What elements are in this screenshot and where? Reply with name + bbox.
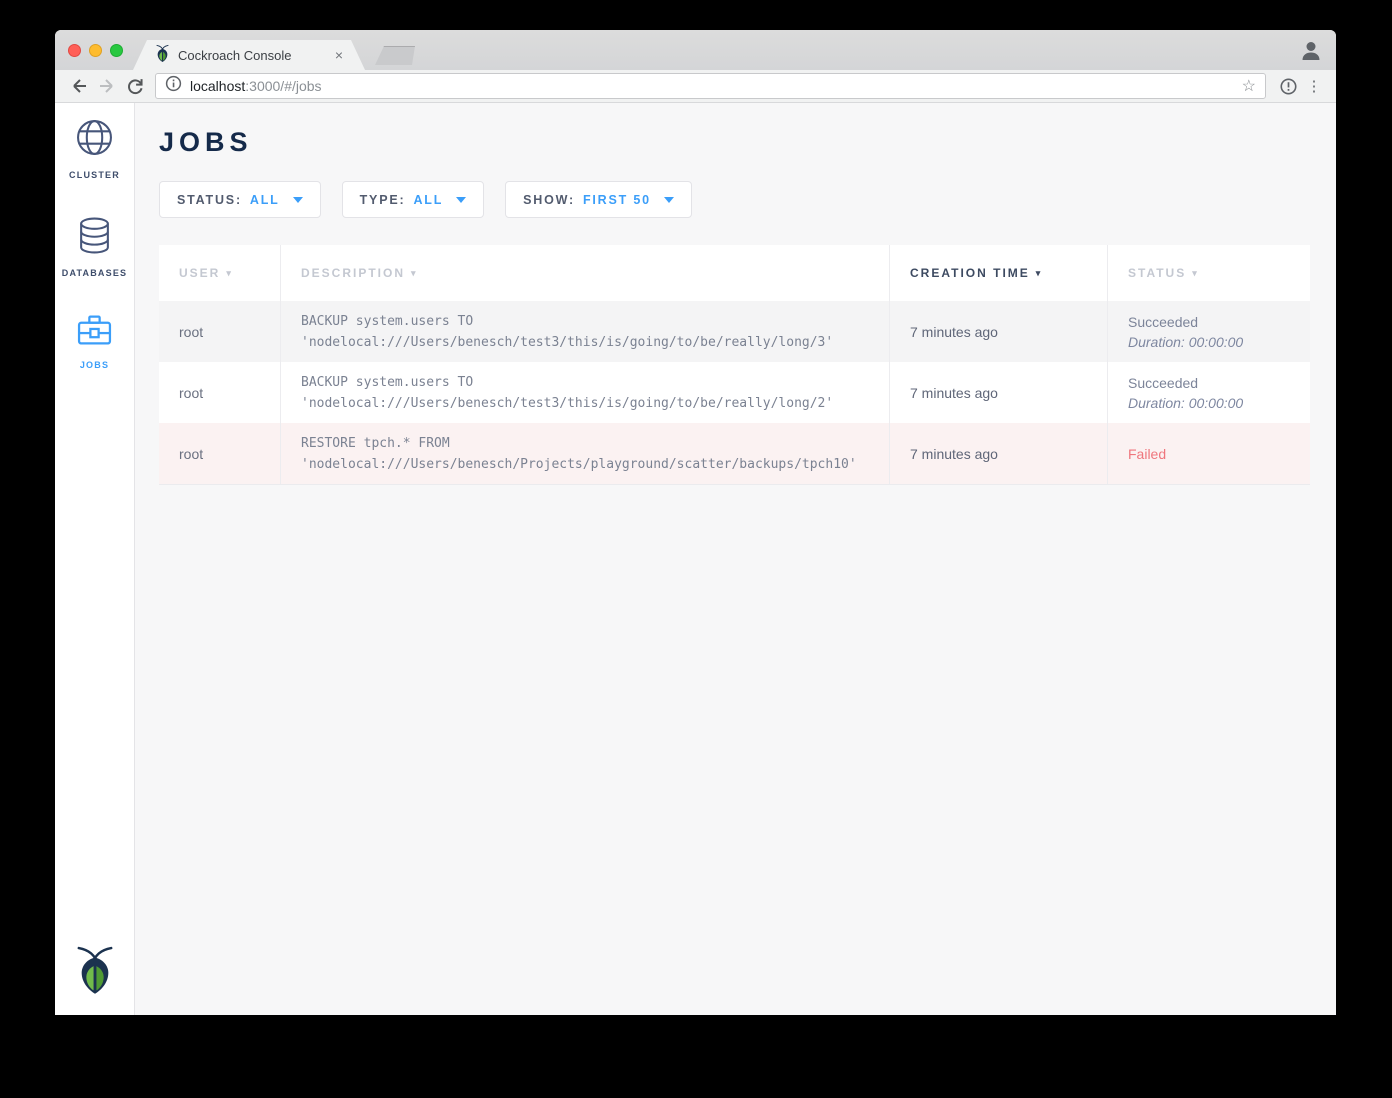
- chevron-down-icon: [456, 197, 466, 203]
- app-content: CLUSTER DATABASES: [55, 103, 1336, 1015]
- column-header-user[interactable]: USER ▾: [159, 245, 280, 301]
- column-header-status[interactable]: STATUS ▾: [1107, 245, 1310, 301]
- description-cell: BACKUP system.users TO 'nodelocal:///Use…: [280, 301, 889, 362]
- sort-caret-icon: ▾: [1036, 268, 1043, 279]
- close-tab-icon[interactable]: ×: [335, 48, 343, 62]
- duration-text: Duration: 00:00:00: [1128, 393, 1310, 413]
- globe-icon: [76, 119, 113, 161]
- description-cell: BACKUP system.users TO 'nodelocal:///Use…: [280, 362, 889, 423]
- tab-strip: Cockroach Console ×: [55, 30, 1336, 70]
- filter-value: ALL: [413, 193, 443, 207]
- sort-caret-icon: ▾: [226, 268, 233, 279]
- table-row: root BACKUP system.users TO 'nodelocal:/…: [159, 301, 1310, 362]
- cockroach-logo-icon: [75, 944, 115, 999]
- show-filter-dropdown[interactable]: SHOW: FIRST 50: [505, 181, 692, 218]
- close-window-button[interactable]: [68, 44, 81, 57]
- duration-text: Duration: 00:00:00: [1128, 332, 1310, 352]
- sidebar: CLUSTER DATABASES: [55, 103, 135, 1015]
- status-cell: Failed: [1107, 423, 1310, 484]
- back-icon[interactable]: [65, 72, 93, 100]
- profile-avatar-icon[interactable]: [1300, 39, 1322, 66]
- type-filter-dropdown[interactable]: TYPE: ALL: [342, 181, 485, 218]
- browser-window: Cockroach Console × localhost:3000/#/job…: [55, 30, 1336, 1015]
- extension-icon[interactable]: [1274, 72, 1302, 100]
- chevron-down-icon: [664, 197, 674, 203]
- tab-title: Cockroach Console: [178, 48, 335, 63]
- column-header-creation-time[interactable]: CREATION TIME ▾: [889, 245, 1107, 301]
- url-host: localhost: [190, 78, 245, 94]
- filter-label: TYPE:: [360, 193, 406, 207]
- new-tab-button[interactable]: [375, 46, 415, 65]
- sidebar-label-cluster: CLUSTER: [69, 170, 120, 180]
- minimize-window-button[interactable]: [89, 44, 102, 57]
- description-cell: RESTORE tpch.* FROM 'nodelocal:///Users/…: [280, 423, 889, 484]
- table-row: root RESTORE tpch.* FROM 'nodelocal:///U…: [159, 423, 1310, 484]
- column-header-description[interactable]: DESCRIPTION ▾: [280, 245, 889, 301]
- sidebar-label-databases: DATABASES: [62, 268, 127, 278]
- filter-bar: STATUS: ALL TYPE: ALL SHOW: FIRST 50: [159, 181, 1336, 218]
- filter-label: STATUS:: [177, 193, 242, 207]
- url-path: :3000/#/jobs: [245, 78, 321, 94]
- creation-time-cell: 7 minutes ago: [889, 423, 1107, 484]
- status-cell: Succeeded Duration: 00:00:00: [1107, 301, 1310, 362]
- browser-toolbar: localhost:3000/#/jobs ☆ ⋮: [55, 70, 1336, 103]
- status-cell: Succeeded Duration: 00:00:00: [1107, 362, 1310, 423]
- page-info-icon[interactable]: [165, 75, 182, 97]
- status-badge: Succeeded: [1128, 373, 1310, 393]
- status-badge: Succeeded: [1128, 312, 1310, 332]
- table-row: root BACKUP system.users TO 'nodelocal:/…: [159, 362, 1310, 423]
- traffic-lights: [68, 44, 123, 57]
- table-header-row: USER ▾ DESCRIPTION ▾ CREATION TIME ▾ STA…: [159, 245, 1310, 301]
- browser-menu-icon[interactable]: ⋮: [1302, 72, 1326, 100]
- reload-icon[interactable]: [121, 72, 149, 100]
- url-text[interactable]: localhost:3000/#/jobs: [190, 78, 1242, 94]
- filter-value: FIRST 50: [583, 193, 651, 207]
- sidebar-item-jobs[interactable]: JOBS: [77, 315, 112, 370]
- status-filter-dropdown[interactable]: STATUS: ALL: [159, 181, 321, 218]
- filter-label: SHOW:: [523, 193, 575, 207]
- user-cell: root: [159, 423, 280, 484]
- sidebar-label-jobs: JOBS: [80, 360, 109, 370]
- forward-icon: [93, 72, 121, 100]
- favicon-cockroach-icon: [155, 44, 170, 67]
- bookmark-star-icon[interactable]: ☆: [1242, 76, 1256, 96]
- sidebar-item-cluster[interactable]: CLUSTER: [69, 119, 120, 180]
- zoom-window-button[interactable]: [110, 44, 123, 57]
- sidebar-item-databases[interactable]: DATABASES: [62, 217, 127, 278]
- user-cell: root: [159, 301, 280, 362]
- status-badge: Failed: [1128, 444, 1310, 464]
- filter-value: ALL: [250, 193, 280, 207]
- user-cell: root: [159, 362, 280, 423]
- sort-caret-icon: ▾: [1192, 268, 1199, 279]
- creation-time-cell: 7 minutes ago: [889, 301, 1107, 362]
- database-icon: [78, 217, 111, 259]
- jobs-table: USER ▾ DESCRIPTION ▾ CREATION TIME ▾ STA…: [159, 245, 1310, 485]
- chevron-down-icon: [293, 197, 303, 203]
- url-bar[interactable]: localhost:3000/#/jobs ☆: [155, 73, 1266, 99]
- briefcase-icon: [77, 315, 112, 351]
- browser-tab[interactable]: Cockroach Console ×: [133, 40, 365, 70]
- page-title: JOBS: [159, 127, 1336, 158]
- sort-caret-icon: ▾: [411, 268, 418, 279]
- creation-time-cell: 7 minutes ago: [889, 362, 1107, 423]
- main-content: JOBS STATUS: ALL TYPE: ALL SHOW: FIRST 5…: [135, 103, 1336, 1015]
